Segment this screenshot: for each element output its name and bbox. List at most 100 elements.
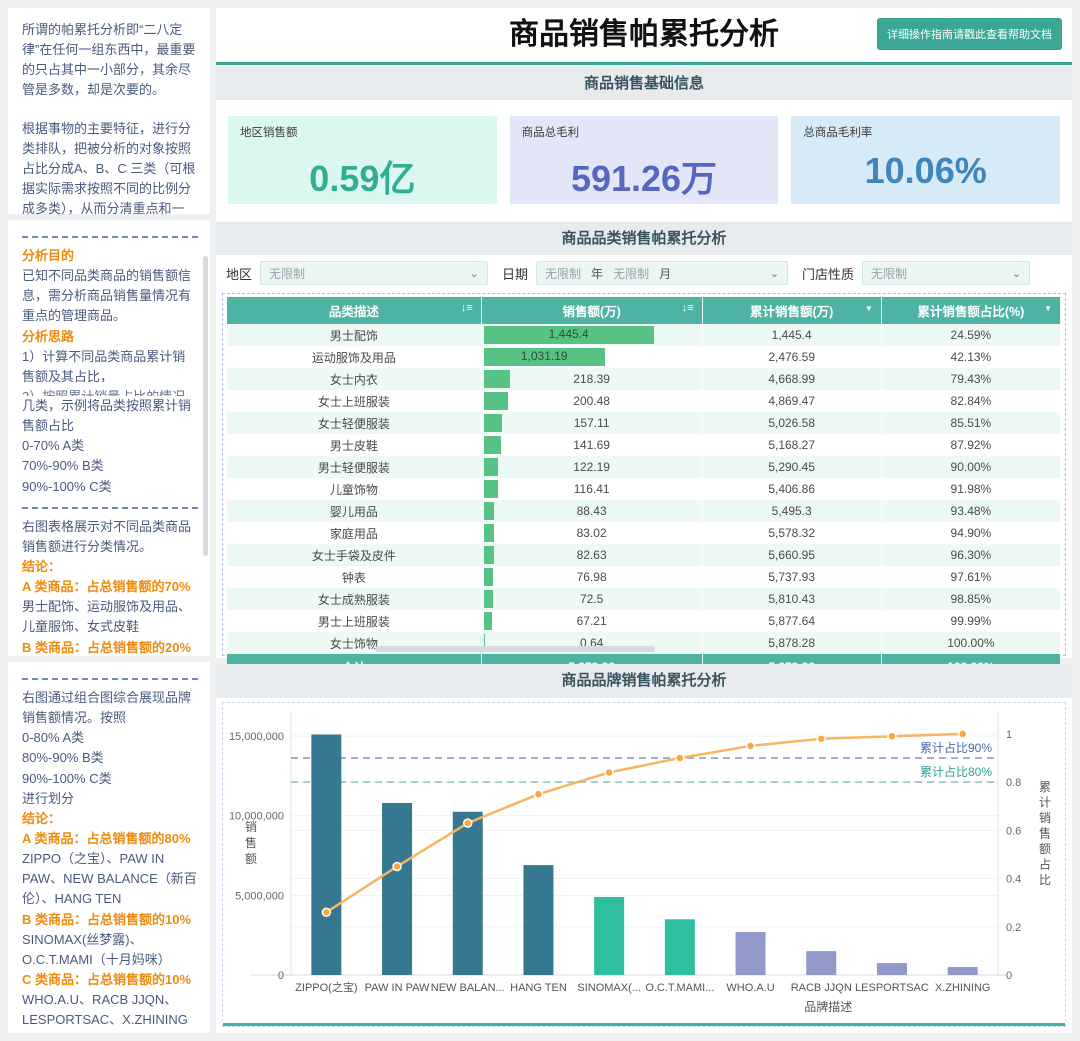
cumulative-point[interactable] xyxy=(605,768,613,776)
brand-c-title: C 类商品：占总销售额的10% xyxy=(22,970,198,990)
cell-cumulative-pct: 42.13% xyxy=(881,346,1060,368)
cell-category: 女士成熟服装 xyxy=(227,588,481,610)
cell-cumulative: 5,290.45 xyxy=(702,456,881,478)
cell-sales: 88.43 xyxy=(481,500,702,522)
y-axis-title: 销售额 xyxy=(245,820,257,866)
cell-cumulative: 5,495.3 xyxy=(702,500,881,522)
cell-cumulative: 5,737.93 xyxy=(702,566,881,588)
cumulative-point[interactable] xyxy=(676,754,684,762)
cumulative-point[interactable] xyxy=(817,735,825,743)
cell-category: 男士上班服装 xyxy=(227,610,481,632)
brand-rule-a: 0-80% A类 xyxy=(22,728,198,748)
brand-sales-bar[interactable] xyxy=(523,865,553,975)
table-horizontal-scrollbar[interactable] xyxy=(375,646,655,652)
analysis-approach-line1: 1）计算不同品类商品累计销售额及其占比， xyxy=(22,347,198,387)
column-header-cumulative-pct[interactable]: 累计销售额占比(%)▼ xyxy=(881,297,1060,324)
sidebar-analysis-panel: 分析目的 已知不同品类商品的销售额信息，需分析商品销售量情况有重点的管理商品。 … xyxy=(8,220,210,656)
kpi-cards: 地区销售额 0.59亿 商品总毛利 591.26万 总商品毛利率 10.06% xyxy=(216,100,1072,220)
table-row[interactable]: 男士轻便服装122.195,290.4590.00% xyxy=(227,456,1061,478)
sales-bar xyxy=(484,370,510,388)
sales-value: 200.48 xyxy=(573,394,610,408)
cumulative-point[interactable] xyxy=(464,819,472,827)
cell-sales: 1,031.19 xyxy=(481,346,702,368)
brand-sales-bar[interactable] xyxy=(594,897,624,975)
svg-text:1: 1 xyxy=(1006,729,1012,741)
threshold-label: 累计占比90% xyxy=(920,740,992,755)
table-row[interactable]: 女士手袋及皮件82.635,660.9596.30% xyxy=(227,544,1061,566)
kpi-label: 总商品毛利率 xyxy=(803,124,1048,140)
cumulative-point[interactable] xyxy=(959,730,967,738)
brand-section-title: 商品品牌销售帕累托分析 xyxy=(216,664,1072,697)
pareto-chart[interactable]: 累计占比90%累计占比80%05,000,00010,000,00015,000… xyxy=(222,702,1066,1027)
filter-store-select[interactable]: 无限制 ⌄ xyxy=(862,261,1030,285)
x-tick-label: LESPORTSAC xyxy=(855,982,929,994)
cell-sales: 218.39 xyxy=(481,368,702,390)
column-header-sales[interactable]: 销售额(万)↓≡ xyxy=(481,297,702,324)
cell-cumulative-pct: 85.51% xyxy=(881,412,1060,434)
category-section-title: 商品品类销售帕累托分析 xyxy=(216,222,1072,255)
cumulative-point[interactable] xyxy=(747,742,755,750)
table-row[interactable]: 女士轻便服装157.115,026.5885.51% xyxy=(227,412,1061,434)
cell-category: 男士皮鞋 xyxy=(227,434,481,456)
cumulative-point[interactable] xyxy=(393,862,401,870)
filter-region-label: 地区 xyxy=(226,264,252,283)
analysis-purpose-text: 已知不同品类商品的销售额信息，需分析商品销售量情况有重点的管理商品。 xyxy=(22,266,198,326)
filter-date-select[interactable]: 无限制 年 无限制 月 ⌄ xyxy=(536,261,788,285)
pareto-combo-chart[interactable]: 累计占比90%累计占比80%05,000,00010,000,00015,000… xyxy=(223,703,1063,1021)
x-tick-label: NEW BALAN... xyxy=(431,982,505,994)
brand-sales-bar[interactable] xyxy=(736,932,766,975)
cumulative-point[interactable] xyxy=(322,908,330,916)
brand-b-title: B 类商品：占总销售额的10% xyxy=(22,910,198,930)
brand-sales-bar[interactable] xyxy=(665,919,695,975)
column-header-cumulative[interactable]: 累计销售额(万)▼ xyxy=(702,297,881,324)
brand-sales-bar[interactable] xyxy=(877,963,907,975)
sidebar-scrollbar[interactable] xyxy=(203,256,208,556)
sales-value: 1,031.19 xyxy=(484,346,605,366)
svg-text:0.2: 0.2 xyxy=(1006,922,1021,934)
class-rule-a: 0-70% A类 xyxy=(22,436,198,456)
table-row[interactable]: 男士上班服装67.215,877.6499.99% xyxy=(227,610,1061,632)
table-row[interactable]: 家庭用品83.025,578.3294.90% xyxy=(227,522,1061,544)
conclusion-title: 结论： xyxy=(22,557,198,577)
category-table-panel: 品类描述↓≡ 销售额(万)↓≡ 累计销售额(万)▼ 累计销售额占比(%)▼ 男士… xyxy=(216,291,1072,658)
filter-date-month-value: 无限制 xyxy=(613,265,649,282)
cell-cumulative: 2,476.59 xyxy=(702,346,881,368)
dashboard: 所谓的帕累托分析即“二八定律”在任何一组东西中，最重要的只占其中一小部分，其余尽… xyxy=(0,0,1080,1041)
table-row[interactable]: 女士内衣218.394,668.9979.43% xyxy=(227,368,1061,390)
kpi-card-gross-profit: 商品总毛利 591.26万 xyxy=(510,116,779,204)
brand-sales-bar[interactable] xyxy=(948,967,978,975)
help-doc-button[interactable]: 详细操作指南请戳此查看帮助文档 xyxy=(877,18,1062,50)
table-row[interactable]: 运动服饰及用品1,031.192,476.5942.13% xyxy=(227,346,1061,368)
table-row[interactable]: 女士上班服装200.484,869.4782.84% xyxy=(227,390,1061,412)
table-row[interactable]: 男士配饰1,445.41,445.424.59% xyxy=(227,324,1061,346)
conclusion-title: 结论： xyxy=(22,809,198,829)
table-row[interactable]: 婴儿用品88.435,495.393.48% xyxy=(227,500,1061,522)
x-tick-label: WHO.A.U xyxy=(726,982,774,994)
brand-sales-bar[interactable] xyxy=(311,735,341,975)
cell-cumulative-pct: 96.30% xyxy=(881,544,1060,566)
table-row[interactable]: 男士皮鞋141.695,168.2787.92% xyxy=(227,434,1061,456)
column-header-category[interactable]: 品类描述↓≡ xyxy=(227,297,481,324)
brand-a-items: ZIPPO（之宝）、PAW IN PAW、NEW BALANCE（新百伦）、HA… xyxy=(22,849,198,909)
kpi-label: 商品总毛利 xyxy=(522,124,767,140)
table-row[interactable]: 儿童饰物116.415,406.8691.98% xyxy=(227,478,1061,500)
sort-descending-icon[interactable]: ↓≡ xyxy=(461,302,473,314)
cell-cumulative-pct: 87.92% xyxy=(881,434,1060,456)
brand-sales-bar[interactable] xyxy=(382,803,412,975)
cumulative-line[interactable] xyxy=(326,734,962,912)
filter-triangle-icon[interactable]: ▼ xyxy=(1044,304,1052,313)
filter-triangle-icon[interactable]: ▼ xyxy=(865,304,873,313)
table-row[interactable]: 女士成熟服装72.55,810.4398.85% xyxy=(227,588,1061,610)
table-row[interactable]: 钟表76.985,737.9397.61% xyxy=(227,566,1061,588)
cumulative-point[interactable] xyxy=(888,732,896,740)
sales-value: 67.21 xyxy=(577,614,607,628)
analysis-purpose-title: 分析目的 xyxy=(22,246,198,266)
brand-sales-bar[interactable] xyxy=(453,812,483,975)
cumulative-point[interactable] xyxy=(534,790,542,798)
sales-bar xyxy=(484,392,508,410)
filter-region-select[interactable]: 无限制 ⌄ xyxy=(260,261,488,285)
chart-horizontal-scrollbar[interactable] xyxy=(223,1023,1065,1026)
brand-sales-bar[interactable] xyxy=(806,951,836,975)
class-rule-c: 90%-100% C类 xyxy=(22,477,198,497)
sort-descending-icon[interactable]: ↓≡ xyxy=(682,302,694,314)
